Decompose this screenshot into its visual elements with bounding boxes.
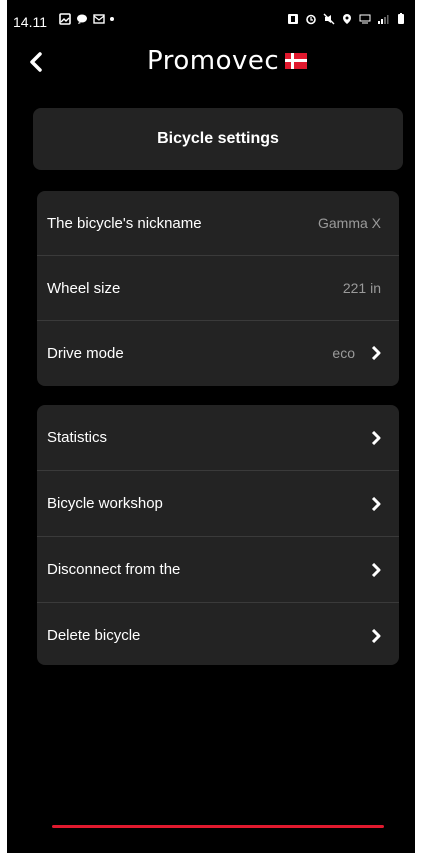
volte-icon	[359, 14, 371, 24]
app-header: Promovec	[7, 44, 415, 84]
location-icon	[343, 14, 351, 24]
notification-icons	[59, 13, 114, 25]
wheel-size-row[interactable]: Wheel size 221 in	[37, 256, 399, 321]
brand-logo: Promovec	[147, 46, 308, 76]
mail-notification-icon	[93, 14, 105, 24]
nickname-row[interactable]: The bicycle's nickname Gamma X	[37, 191, 399, 256]
chevron-right-icon	[371, 346, 381, 360]
signal-icon	[378, 15, 389, 24]
battery-icon	[398, 13, 404, 24]
status-time: 14.11	[13, 14, 47, 30]
chevron-right-icon	[371, 628, 381, 643]
status-bar: 14.11	[7, 0, 415, 44]
image-notification-icon	[59, 13, 71, 25]
drive-mode-label: Drive mode	[47, 344, 124, 362]
drive-mode-value: eco	[332, 345, 355, 361]
bicycle-menu-group: Statistics Bicycle workshop Disconnect f…	[37, 405, 399, 665]
chevron-right-icon	[371, 430, 381, 445]
disconnect-label: Disconnect from the	[47, 561, 181, 578]
statistics-label: Statistics	[47, 429, 108, 446]
bicycle-settings-group: The bicycle's nickname Gamma X Wheel siz…	[37, 191, 399, 386]
workshop-row[interactable]: Bicycle workshop	[37, 471, 399, 537]
nickname-value: Gamma X	[317, 215, 381, 231]
nickname-label: The bicycle's nickname	[47, 214, 202, 232]
more-notifications-icon	[110, 17, 114, 21]
danish-flag-icon	[285, 53, 308, 69]
logo-text: Promovec	[147, 46, 280, 76]
statistics-row[interactable]: Statistics	[37, 405, 399, 471]
back-chevron-icon[interactable]	[25, 50, 49, 74]
chevron-right-icon	[371, 496, 381, 511]
delete-bicycle-label: Delete bicycle	[47, 627, 141, 644]
system-icons	[287, 13, 407, 25]
bottom-accent-line	[52, 825, 384, 828]
wheel-size-value: 221 in	[342, 280, 381, 296]
drive-mode-row[interactable]: Drive mode eco	[37, 321, 399, 385]
mute-icon	[323, 13, 335, 25]
chat-notification-icon	[77, 14, 87, 24]
page-title: Bicycle settings	[157, 130, 279, 147]
delete-bicycle-row[interactable]: Delete bicycle	[37, 603, 399, 668]
alarm-icon	[306, 14, 316, 25]
chevron-right-icon	[371, 562, 381, 577]
wheel-size-label: Wheel size	[47, 279, 121, 297]
app-screen: 14.11 Promovec Bicycle settings The bicy…	[7, 0, 415, 853]
nfc-icon	[288, 14, 298, 24]
workshop-label: Bicycle workshop	[47, 495, 163, 512]
disconnect-row[interactable]: Disconnect from the	[37, 537, 399, 603]
page-title-card: Bicycle settings	[33, 108, 403, 170]
